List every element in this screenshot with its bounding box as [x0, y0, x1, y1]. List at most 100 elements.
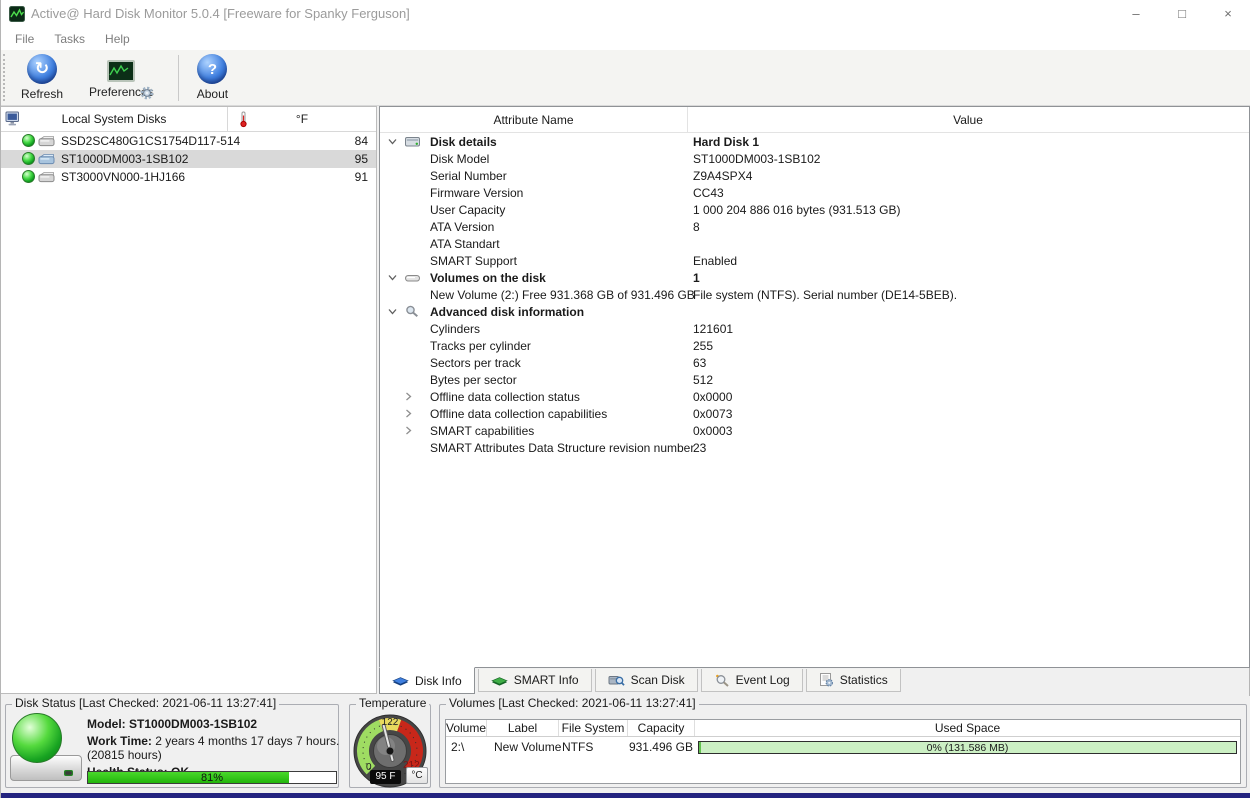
disk-list-row[interactable]: SSD2SC480G1CS1754D117-514 84 — [1, 132, 376, 150]
volume-row[interactable]: 2:\ New Volume NTFS 931.496 GB 0% (131.586 M… — [446, 737, 1240, 757]
tab-smart-info[interactable]: SMART Info — [477, 669, 592, 692]
attribute-row[interactable]: Disk Model ST1000DM003-1SB102 — [380, 150, 1249, 167]
volumes-column-header[interactable]: Volume — [446, 720, 487, 736]
attribute-name: ATA Version — [430, 219, 495, 234]
maximize-button[interactable]: □ — [1159, 0, 1205, 28]
attribute-name-cell: Volumes on the disk — [380, 271, 687, 285]
attribute-icon-slot — [405, 135, 430, 148]
attribute-row[interactable]: Tracks per cylinder 255 — [380, 337, 1249, 354]
attribute-row[interactable]: Bytes per sector 512 — [380, 371, 1249, 388]
attribute-panel: Attribute Name Value Disk details Hard Di… — [379, 106, 1250, 668]
volumes-column-header[interactable]: Used Space — [695, 720, 1240, 736]
attribute-row[interactable]: SMART Attributes Data Structure revision… — [380, 439, 1249, 456]
volumes-column-header[interactable]: Label — [487, 720, 559, 736]
used-space-bar: 0% (131.586 MB) — [698, 740, 1237, 754]
attribute-name: ATA Standart — [430, 236, 500, 251]
tab-disk-info[interactable]: Disk Info — [379, 667, 475, 694]
attribute-name: Offline data collection capabilities — [430, 406, 608, 421]
status-orb-icon — [22, 170, 35, 183]
volumes-column-header[interactable]: File System — [559, 720, 628, 736]
attribute-row[interactable]: Firmware Version CC43 — [380, 184, 1249, 201]
attribute-name-cell: Cylinders — [380, 322, 687, 336]
attribute-name: Sectors per track — [430, 355, 521, 370]
disk-list-header-main[interactable]: Local System Disks — [1, 107, 228, 131]
attribute-value: 512 — [693, 372, 714, 387]
attribute-row[interactable]: Advanced disk information — [380, 303, 1249, 320]
health-progress-bar: 81% — [87, 771, 337, 784]
gray-disk-icon — [38, 135, 56, 147]
disk-info-icon — [392, 674, 409, 687]
attribute-value: 0x0073 — [693, 406, 733, 421]
disk-model-label: ST1000DM003-1SB102 — [61, 152, 189, 166]
minimize-button[interactable]: – — [1113, 0, 1159, 28]
disk-model-line: Model: ST1000DM003-1SB102 — [87, 717, 258, 731]
attribute-name-column-header[interactable]: Attribute Name — [380, 107, 687, 133]
volumes-legend: Volumes [Last Checked: 2021-06-11 13:27:… — [446, 696, 699, 710]
attribute-name: SMART capabilities — [430, 423, 535, 438]
about-button[interactable]: ? About — [187, 52, 238, 103]
disk-list-row[interactable]: ST3000VN000-1HJ166 91 — [1, 168, 376, 186]
volume-label: New Volume — [494, 740, 562, 754]
thermometer-icon — [238, 111, 249, 128]
attribute-value: Enabled — [693, 253, 738, 268]
attribute-value: 255 — [693, 338, 714, 353]
attribute-icon-slot — [405, 272, 430, 284]
toolbar-grip[interactable] — [3, 54, 6, 101]
app-window: { "window": { "title": "Active@ Hard Dis… — [0, 0, 1250, 798]
attribute-value: 1 — [693, 270, 700, 285]
disk-list-title: Local System Disks — [61, 112, 167, 126]
attribute-row[interactable]: ATA Version 8 — [380, 218, 1249, 235]
attribute-name: Tracks per cylinder — [430, 338, 531, 353]
close-button[interactable]: × — [1205, 0, 1250, 28]
attribute-name: Bytes per sector — [430, 372, 517, 387]
attribute-row[interactable]: Disk details Hard Disk 1 — [380, 133, 1249, 150]
tab-scan-disk[interactable]: Scan Disk — [594, 669, 698, 692]
attribute-row[interactable]: ATA Standart — [380, 235, 1249, 252]
attribute-row[interactable]: Offline data collection capabilities 0x00… — [380, 405, 1249, 422]
chevron-right-icon[interactable] — [405, 409, 412, 418]
menu-item-file[interactable]: File — [5, 28, 44, 50]
tab-statistics[interactable]: Statistics — [805, 669, 901, 692]
attribute-row[interactable]: Offline data collection status 0x0000 — [380, 388, 1249, 405]
attribute-row[interactable]: User Capacity 1 000 204 886 016 bytes (93… — [380, 201, 1249, 218]
attribute-value: 121601 — [693, 321, 734, 336]
attribute-row[interactable]: Cylinders 121601 — [380, 320, 1249, 337]
attribute-row[interactable]: SMART Support Enabled — [380, 252, 1249, 269]
tab-event-log[interactable]: Event Log — [700, 669, 803, 692]
window-bottom-border — [1, 793, 1250, 798]
disk-list-row[interactable]: ST1000DM003-1SB102 95 — [1, 150, 376, 168]
volumes-column-header[interactable]: Capacity — [628, 720, 695, 736]
window-title: Active@ Hard Disk Monitor 5.0.4 [Freewar… — [31, 6, 410, 21]
tab-label: Statistics — [839, 673, 888, 687]
menu-item-help[interactable]: Help — [95, 28, 140, 50]
value-column-header[interactable]: Value — [687, 107, 1249, 133]
refresh-button[interactable]: ↻ Refresh — [11, 52, 73, 103]
attribute-row[interactable]: Serial Number Z9A4SPX4 — [380, 167, 1249, 184]
volume-capacity: 931.496 GB — [628, 740, 693, 754]
attribute-value: CC43 — [693, 185, 724, 200]
chevron-down-icon[interactable] — [388, 308, 397, 315]
temperature-groupbox: Temperature 122 0 212 95 F °C — [349, 696, 431, 788]
attribute-row[interactable]: Sectors per track 63 — [380, 354, 1249, 371]
scan-disk-icon — [608, 673, 625, 687]
disk-list-header: Local System Disks °F — [1, 107, 376, 132]
attribute-name-cell: ATA Standart — [380, 237, 687, 251]
attribute-row[interactable]: New Volume (2:) Free 931.368 GB of 931.4… — [380, 286, 1249, 303]
attribute-value: 63 — [693, 355, 707, 370]
used-space-label: 0% (131.586 MB) — [926, 741, 1009, 754]
chevron-down-icon[interactable] — [388, 138, 397, 145]
chevron-down-icon[interactable] — [388, 274, 397, 281]
attribute-row[interactable]: Volumes on the disk 1 — [380, 269, 1249, 286]
preferences-button[interactable]: Preferences — [79, 54, 164, 101]
disk-status-graphic — [8, 713, 84, 783]
chevron-right-icon[interactable] — [405, 392, 412, 401]
chevron-right-icon[interactable] — [405, 426, 412, 435]
health-percent-label: 81% — [200, 772, 224, 784]
unit-toggle-button[interactable]: °C — [406, 767, 428, 784]
attribute-value: 0x0003 — [693, 423, 733, 438]
attribute-row[interactable]: SMART capabilities 0x0003 — [380, 422, 1249, 439]
menu-item-tasks[interactable]: Tasks — [44, 28, 95, 50]
attribute-icon-slot — [405, 392, 430, 401]
attribute-name-cell: SMART Support — [380, 254, 687, 268]
disk-list-header-temp[interactable]: °F — [228, 107, 376, 131]
